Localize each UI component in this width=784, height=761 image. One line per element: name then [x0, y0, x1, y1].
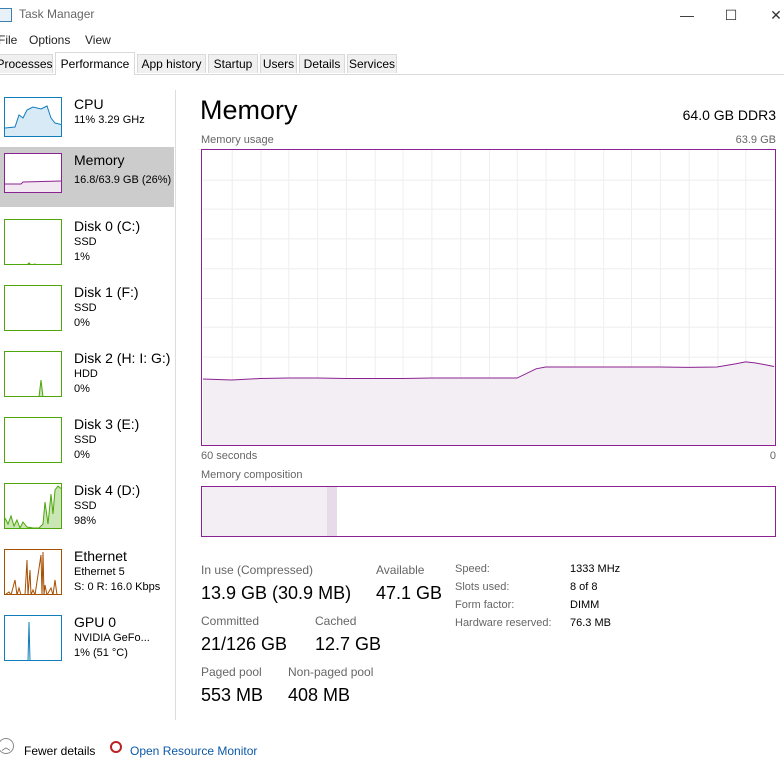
memory-composition-bar — [201, 486, 776, 537]
sidebar-item-detail: 1% (51 °C) — [74, 647, 128, 659]
sidebar-item-label: Disk 0 (C:) — [74, 218, 141, 234]
sidebar-item-type: SSD — [74, 302, 97, 314]
sidebar-item-type: SSD — [74, 236, 97, 248]
sidebar-item-type: SSD — [74, 434, 97, 446]
disk-0-thumbnail — [4, 219, 62, 265]
usage-chart-max: 63.9 GB — [735, 134, 776, 146]
tab-details[interactable]: Details — [299, 54, 345, 73]
disk-4-thumbnail — [4, 483, 62, 529]
memory-thumbnail — [4, 153, 62, 193]
composition-label: Memory composition — [201, 469, 303, 481]
sidebar-item-label: GPU 0 — [74, 614, 117, 630]
resource-sidebar: CPU 11% 3.29 GHz Memory 16.8/63.9 GB (26… — [0, 90, 176, 720]
disk-3-thumbnail — [4, 417, 62, 463]
committed-label: Committed — [201, 614, 260, 628]
hardware-reserved-value: 76.3 MB — [570, 617, 611, 629]
menu-view[interactable]: View — [85, 33, 111, 47]
sidebar-item-label: Ethernet — [74, 548, 127, 564]
sidebar-item-ethernet[interactable]: Ethernet Ethernet 5 S: 0 R: 16.0 Kbps — [0, 543, 174, 605]
non-paged-pool-label: Non-paged pool — [288, 665, 374, 679]
sidebar-item-label: Disk 1 (F:) — [74, 284, 139, 300]
tab-users[interactable]: Users — [260, 54, 297, 73]
memory-spec: 64.0 GB DDR3 — [682, 107, 776, 123]
committed-value: 21/126 GB — [201, 634, 288, 654]
in-use-value: 13.9 GB (30.9 MB) — [201, 583, 352, 603]
disk-2-thumbnail — [4, 351, 62, 397]
sidebar-item-type: SSD — [74, 500, 97, 512]
sidebar-item-gpu-0[interactable]: GPU 0 NVIDIA GeFo... 1% (51 °C) — [0, 609, 174, 671]
composition-in-use — [202, 487, 328, 536]
sidebar-item-disk-4[interactable]: Disk 4 (D:) SSD 98% — [0, 477, 174, 539]
footer: ︿ Fewer details Open Resource Monitor — [0, 738, 784, 761]
usage-chart-label: Memory usage — [201, 134, 274, 146]
close-button[interactable]: ✕ — [753, 0, 784, 30]
disk-1-thumbnail — [4, 285, 62, 331]
sidebar-item-detail: 11% 3.29 GHz — [74, 114, 145, 126]
form-factor-value: DIMM — [570, 599, 600, 611]
available-label: Available — [376, 563, 425, 577]
slots-used-label: Slots used: — [455, 581, 510, 593]
maximize-button[interactable]: ☐ — [708, 0, 754, 30]
in-use-label: In use (Compressed) — [201, 563, 314, 577]
sidebar-item-model: NVIDIA GeFo... — [74, 632, 150, 644]
menu-file[interactable]: File — [0, 33, 17, 47]
paged-pool-value: 553 MB — [201, 685, 264, 705]
sidebar-item-cpu[interactable]: CPU 11% 3.29 GHz — [0, 91, 174, 153]
cached-value: 12.7 GB — [315, 634, 382, 654]
sidebar-item-label: Memory — [74, 152, 125, 168]
form-factor-label: Form factor: — [455, 599, 515, 611]
cpu-thumbnail — [4, 97, 62, 137]
speed-value: 1333 MHz — [570, 563, 621, 575]
sidebar-item-disk-1[interactable]: Disk 1 (F:) SSD 0% — [0, 279, 174, 341]
tab-services[interactable]: Services — [347, 54, 397, 73]
memory-usage-chart — [201, 149, 776, 446]
speed-label: Speed: — [455, 563, 490, 575]
paged-pool-label: Paged pool — [201, 665, 262, 679]
page-title: Memory — [200, 95, 298, 125]
chevron-up-icon[interactable]: ︿ — [0, 738, 14, 754]
fewer-details-link[interactable]: Fewer details — [24, 744, 95, 758]
task-manager-icon — [0, 8, 12, 22]
gpu-thumbnail — [4, 615, 62, 661]
window-title: Task Manager — [19, 7, 95, 21]
sidebar-item-detail: 0% — [74, 383, 90, 395]
composition-standby — [337, 487, 378, 536]
sidebar-item-detail: 1% — [74, 251, 90, 263]
sidebar-item-detail: 0% — [74, 317, 90, 329]
tab-performance[interactable]: Performance — [55, 52, 135, 75]
time-axis-left: 60 seconds — [201, 450, 258, 462]
composition-free — [376, 487, 760, 536]
menu-options[interactable]: Options — [29, 33, 70, 47]
slots-used-value: 8 of 8 — [570, 581, 598, 593]
sidebar-item-disk-3[interactable]: Disk 3 (E:) SSD 0% — [0, 411, 174, 473]
minimize-button[interactable]: — — [664, 0, 710, 30]
sidebar-item-type: HDD — [74, 368, 98, 380]
sidebar-item-adapter: Ethernet 5 — [74, 566, 125, 578]
sidebar-item-label: CPU — [74, 96, 104, 112]
open-resource-monitor-link[interactable]: Open Resource Monitor — [130, 744, 257, 758]
tab-startup[interactable]: Startup — [208, 54, 258, 73]
time-axis-right: 0 — [769, 450, 776, 462]
resource-monitor-icon — [110, 741, 122, 753]
tab-processes[interactable]: Processes — [0, 54, 53, 73]
non-paged-pool-value: 408 MB — [288, 685, 351, 705]
hardware-reserved-label: Hardware reserved: — [455, 617, 552, 629]
sidebar-item-detail: S: 0 R: 16.0 Kbps — [74, 581, 161, 593]
sidebar-item-detail: 16.8/63.9 GB (26%) — [74, 174, 172, 186]
sidebar-item-label: Disk 3 (E:) — [74, 416, 140, 432]
title-bar: Task Manager — ☐ ✕ — [0, 0, 784, 30]
sidebar-item-label: Disk 2 (H: I: G:) — [74, 350, 171, 366]
sidebar-item-detail: 0% — [74, 449, 90, 461]
sidebar-item-disk-2[interactable]: Disk 2 (H: I: G:) HDD 0% — [0, 345, 174, 407]
ethernet-thumbnail — [4, 549, 62, 595]
sidebar-item-detail: 98% — [74, 515, 97, 527]
tab-bar: Processes Performance App history Startu… — [0, 52, 784, 75]
sidebar-item-label: Disk 4 (D:) — [74, 482, 141, 498]
sidebar-item-disk-0[interactable]: Disk 0 (C:) SSD 1% — [0, 213, 174, 275]
cached-label: Cached — [315, 614, 357, 628]
tab-app-history[interactable]: App history — [137, 54, 206, 73]
sidebar-item-memory[interactable]: Memory 16.8/63.9 GB (26%) — [0, 147, 174, 207]
menu-bar: File Options View — [0, 30, 784, 52]
available-value: 47.1 GB — [376, 583, 443, 603]
